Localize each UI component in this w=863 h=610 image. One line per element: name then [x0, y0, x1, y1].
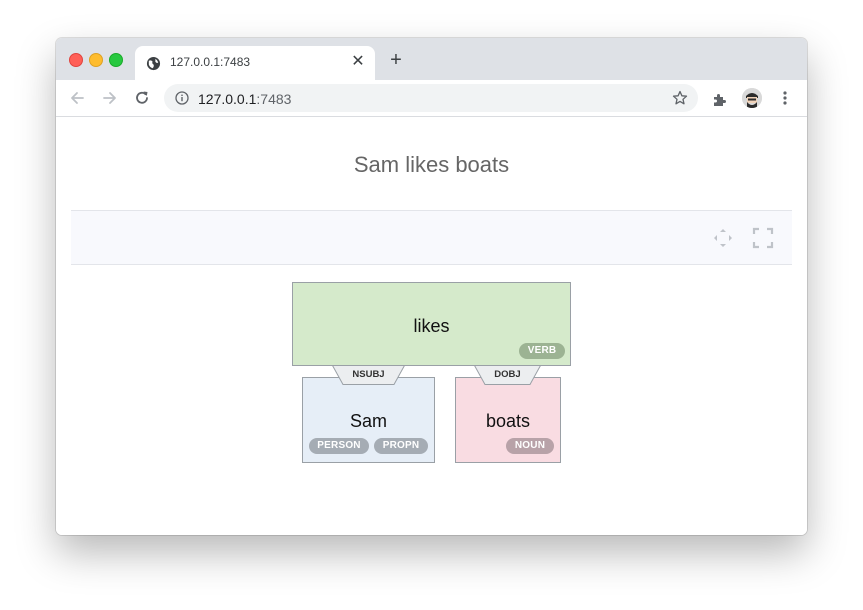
node-sam[interactable]: Sam PERSON PROPN: [302, 377, 435, 463]
pos-tag-noun: NOUN: [506, 438, 554, 454]
forward-icon[interactable]: [101, 89, 119, 107]
url-host: 127.0.0.1: [198, 91, 257, 107]
pos-tag-propn: PROPN: [374, 438, 428, 454]
menu-icon[interactable]: [779, 90, 791, 106]
graph-toolbar: [71, 210, 792, 265]
browser-toolbar: 127.0.0.1:7483: [56, 80, 807, 117]
browser-window: 127.0.0.1:7483 ✕ + 127.0.0.1:7483 Sam li…: [56, 38, 807, 535]
edge-label: DOBJ: [494, 369, 521, 380]
extensions-icon[interactable]: [712, 92, 728, 108]
edge-dobj[interactable]: DOBJ: [474, 365, 541, 385]
page-content: Sam likes boats likes VERB Sam PERSON PR…: [56, 117, 807, 535]
globe-icon: [146, 56, 161, 71]
minimize-window-button[interactable]: [89, 53, 103, 67]
node-word: likes: [413, 316, 450, 336]
info-icon[interactable]: [175, 91, 189, 105]
entity-tag-person: PERSON: [309, 438, 369, 454]
star-icon[interactable]: [672, 90, 688, 106]
fullscreen-icon[interactable]: [752, 227, 774, 249]
edge-label: NSUBJ: [352, 369, 385, 380]
new-tab-button[interactable]: +: [386, 50, 406, 70]
pos-tag-verb: VERB: [519, 343, 565, 359]
tab-active[interactable]: 127.0.0.1:7483 ✕: [135, 46, 375, 80]
fit-to-view-icon[interactable]: [712, 227, 734, 249]
profile-icon: [742, 88, 762, 108]
node-likes[interactable]: likes VERB: [292, 282, 571, 366]
edge-nsubj[interactable]: NSUBJ: [332, 365, 405, 385]
node-word: Sam: [349, 411, 387, 431]
close-window-button[interactable]: [69, 53, 83, 67]
tab-title: 127.0.0.1:7483: [170, 55, 251, 69]
url-text[interactable]: 127.0.0.1:7483: [198, 91, 291, 107]
address-bar[interactable]: 127.0.0.1:7483: [164, 84, 698, 112]
reload-icon[interactable]: [133, 89, 151, 107]
node-boats[interactable]: boats NOUN: [455, 377, 561, 463]
close-tab-icon[interactable]: ✕: [349, 53, 367, 71]
tab-bar: 127.0.0.1:7483 ✕ +: [56, 38, 807, 80]
url-port: :7483: [256, 91, 292, 107]
node-word: boats: [485, 411, 531, 431]
back-icon[interactable]: [68, 89, 86, 107]
maximize-window-button[interactable]: [109, 53, 123, 67]
avatar[interactable]: [742, 88, 762, 108]
page-title: Sam likes boats: [353, 152, 510, 177]
